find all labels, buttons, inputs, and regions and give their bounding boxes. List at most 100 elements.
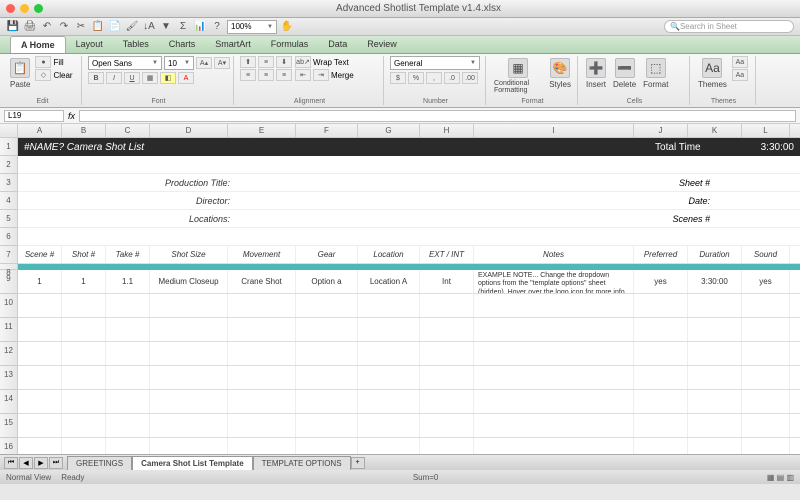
table-row[interactable]: 111.1Medium CloseupCrane ShotOption aLoc… [18, 270, 800, 294]
copy-icon[interactable]: 📋 [91, 20, 105, 34]
add-sheet-button[interactable]: + [351, 457, 365, 469]
clear-button[interactable]: ◇ [35, 69, 51, 81]
help-icon[interactable]: ? [210, 20, 224, 34]
indent-inc-icon[interactable]: ⇥ [313, 69, 329, 81]
view-mode[interactable]: Normal View [6, 473, 51, 482]
row-header[interactable]: 14 [0, 390, 18, 414]
tab-nav-prev-icon[interactable]: ◀ [19, 457, 33, 469]
table-row[interactable] [18, 438, 800, 454]
row-header[interactable]: 5 [0, 210, 18, 228]
indent-dec-icon[interactable]: ⇤ [295, 69, 311, 81]
table-row[interactable] [18, 390, 800, 414]
align-mid-icon[interactable]: ≡ [258, 56, 274, 68]
search-input[interactable]: 🔍 Search in Sheet [664, 20, 794, 33]
col-header[interactable]: L [742, 124, 790, 137]
autosum-icon[interactable]: Σ [176, 20, 190, 34]
tab-formulas[interactable]: Formulas [261, 36, 319, 53]
cell[interactable]: EXAMPLE NOTE... Change the dropdown opti… [474, 270, 634, 293]
font-name-select[interactable]: Open Sans▼ [88, 56, 162, 70]
formula-input[interactable] [79, 110, 796, 122]
redo-icon[interactable]: ↷ [57, 20, 71, 34]
styles-button[interactable]: 🎨Styles [547, 56, 573, 91]
table-row[interactable] [18, 342, 800, 366]
grow-font-icon[interactable]: A▴ [196, 57, 212, 69]
dec-inc-icon[interactable]: .0 [444, 72, 460, 84]
zoom-select[interactable]: 100%▼ [227, 20, 277, 34]
row-header[interactable]: 1 [0, 138, 18, 156]
cell[interactable]: Location A [358, 270, 420, 293]
table-row[interactable] [18, 294, 800, 318]
row-header[interactable]: 13 [0, 366, 18, 390]
row-header[interactable]: 11 [0, 318, 18, 342]
tab-home[interactable]: A Home [10, 36, 66, 53]
fx-icon[interactable]: fx [68, 111, 75, 121]
cell[interactable]: Int [420, 270, 474, 293]
minimize-icon[interactable] [20, 4, 29, 13]
insert-button[interactable]: ➕Insert [584, 56, 608, 91]
shrink-font-icon[interactable]: A▾ [214, 57, 230, 69]
paste-icon[interactable]: 📄 [108, 20, 122, 34]
paste-button[interactable]: 📋Paste [8, 56, 32, 91]
row-header[interactable]: 6 [0, 228, 18, 246]
tab-nav-next-icon[interactable]: ▶ [34, 457, 48, 469]
hand-icon[interactable]: ✋ [280, 20, 294, 34]
cells-area[interactable]: #NAME? Camera Shot List Total Time3:30:0… [18, 138, 800, 454]
currency-icon[interactable]: $ [390, 72, 406, 84]
orientation-icon[interactable]: ab↗ [295, 56, 311, 68]
theme-fonts-icon[interactable]: Aa [732, 69, 748, 81]
cell[interactable]: yes [742, 270, 790, 293]
bold-button[interactable]: B [88, 72, 104, 84]
tab-tables[interactable]: Tables [113, 36, 159, 53]
tab-data[interactable]: Data [318, 36, 357, 53]
select-all-corner[interactable] [0, 124, 18, 137]
tab-layout[interactable]: Layout [66, 36, 113, 53]
table-row[interactable] [18, 318, 800, 342]
font-size-select[interactable]: 10▼ [164, 56, 194, 70]
cell[interactable]: Option a [296, 270, 358, 293]
name-box[interactable]: L19 [4, 110, 64, 122]
format-button[interactable]: ⬚Format [641, 56, 670, 91]
col-header[interactable]: C [106, 124, 150, 137]
row-header[interactable]: 4 [0, 192, 18, 210]
align-bot-icon[interactable]: ⬇ [276, 56, 292, 68]
col-header[interactable]: B [62, 124, 106, 137]
cell[interactable]: Crane Shot [228, 270, 296, 293]
col-header[interactable]: E [228, 124, 296, 137]
conditional-formatting-button[interactable]: ▦Conditional Formatting [492, 56, 544, 96]
tab-smartart[interactable]: SmartArt [205, 36, 261, 53]
tab-nav-last-icon[interactable]: ⏭ [49, 457, 63, 469]
cell[interactable]: yes [634, 270, 688, 293]
italic-button[interactable]: I [106, 72, 122, 84]
zoom-icon[interactable] [34, 4, 43, 13]
row-header[interactable]: 12 [0, 342, 18, 366]
close-icon[interactable] [6, 4, 15, 13]
row-header[interactable]: 9 [0, 270, 18, 294]
delete-button[interactable]: ➖Delete [611, 56, 638, 91]
col-header[interactable]: D [150, 124, 228, 137]
align-right-icon[interactable]: ≡ [276, 69, 292, 81]
tab-nav-first-icon[interactable]: ⏮ [4, 457, 18, 469]
view-buttons[interactable]: ▦ ▤ ▥ [767, 473, 794, 482]
filter-icon[interactable]: ▼ [159, 20, 173, 34]
comma-icon[interactable]: , [426, 72, 442, 84]
dec-dec-icon[interactable]: .00 [462, 72, 478, 84]
row-header[interactable]: 16 [0, 438, 18, 454]
col-header[interactable]: A [18, 124, 62, 137]
sort-icon[interactable]: ↓A [142, 20, 156, 34]
print-icon[interactable]: 🖨 [23, 20, 37, 34]
themes-button[interactable]: AaThemes [696, 56, 729, 91]
format-painter-icon[interactable]: 🖌 [125, 20, 139, 34]
cell[interactable]: Medium Closeup [150, 270, 228, 293]
col-header[interactable]: G [358, 124, 420, 137]
tab-review[interactable]: Review [357, 36, 407, 53]
cell[interactable]: 1 [62, 270, 106, 293]
table-row[interactable] [18, 414, 800, 438]
fill-color-button[interactable]: ◧ [160, 72, 176, 84]
sheet-tab-greetings[interactable]: GREETINGS [67, 456, 132, 470]
align-center-icon[interactable]: ≡ [258, 69, 274, 81]
cell[interactable]: 1.1 [106, 270, 150, 293]
align-top-icon[interactable]: ⬆ [240, 56, 256, 68]
col-header[interactable]: F [296, 124, 358, 137]
number-format-select[interactable]: General▼ [390, 56, 480, 70]
underline-button[interactable]: U [124, 72, 140, 84]
